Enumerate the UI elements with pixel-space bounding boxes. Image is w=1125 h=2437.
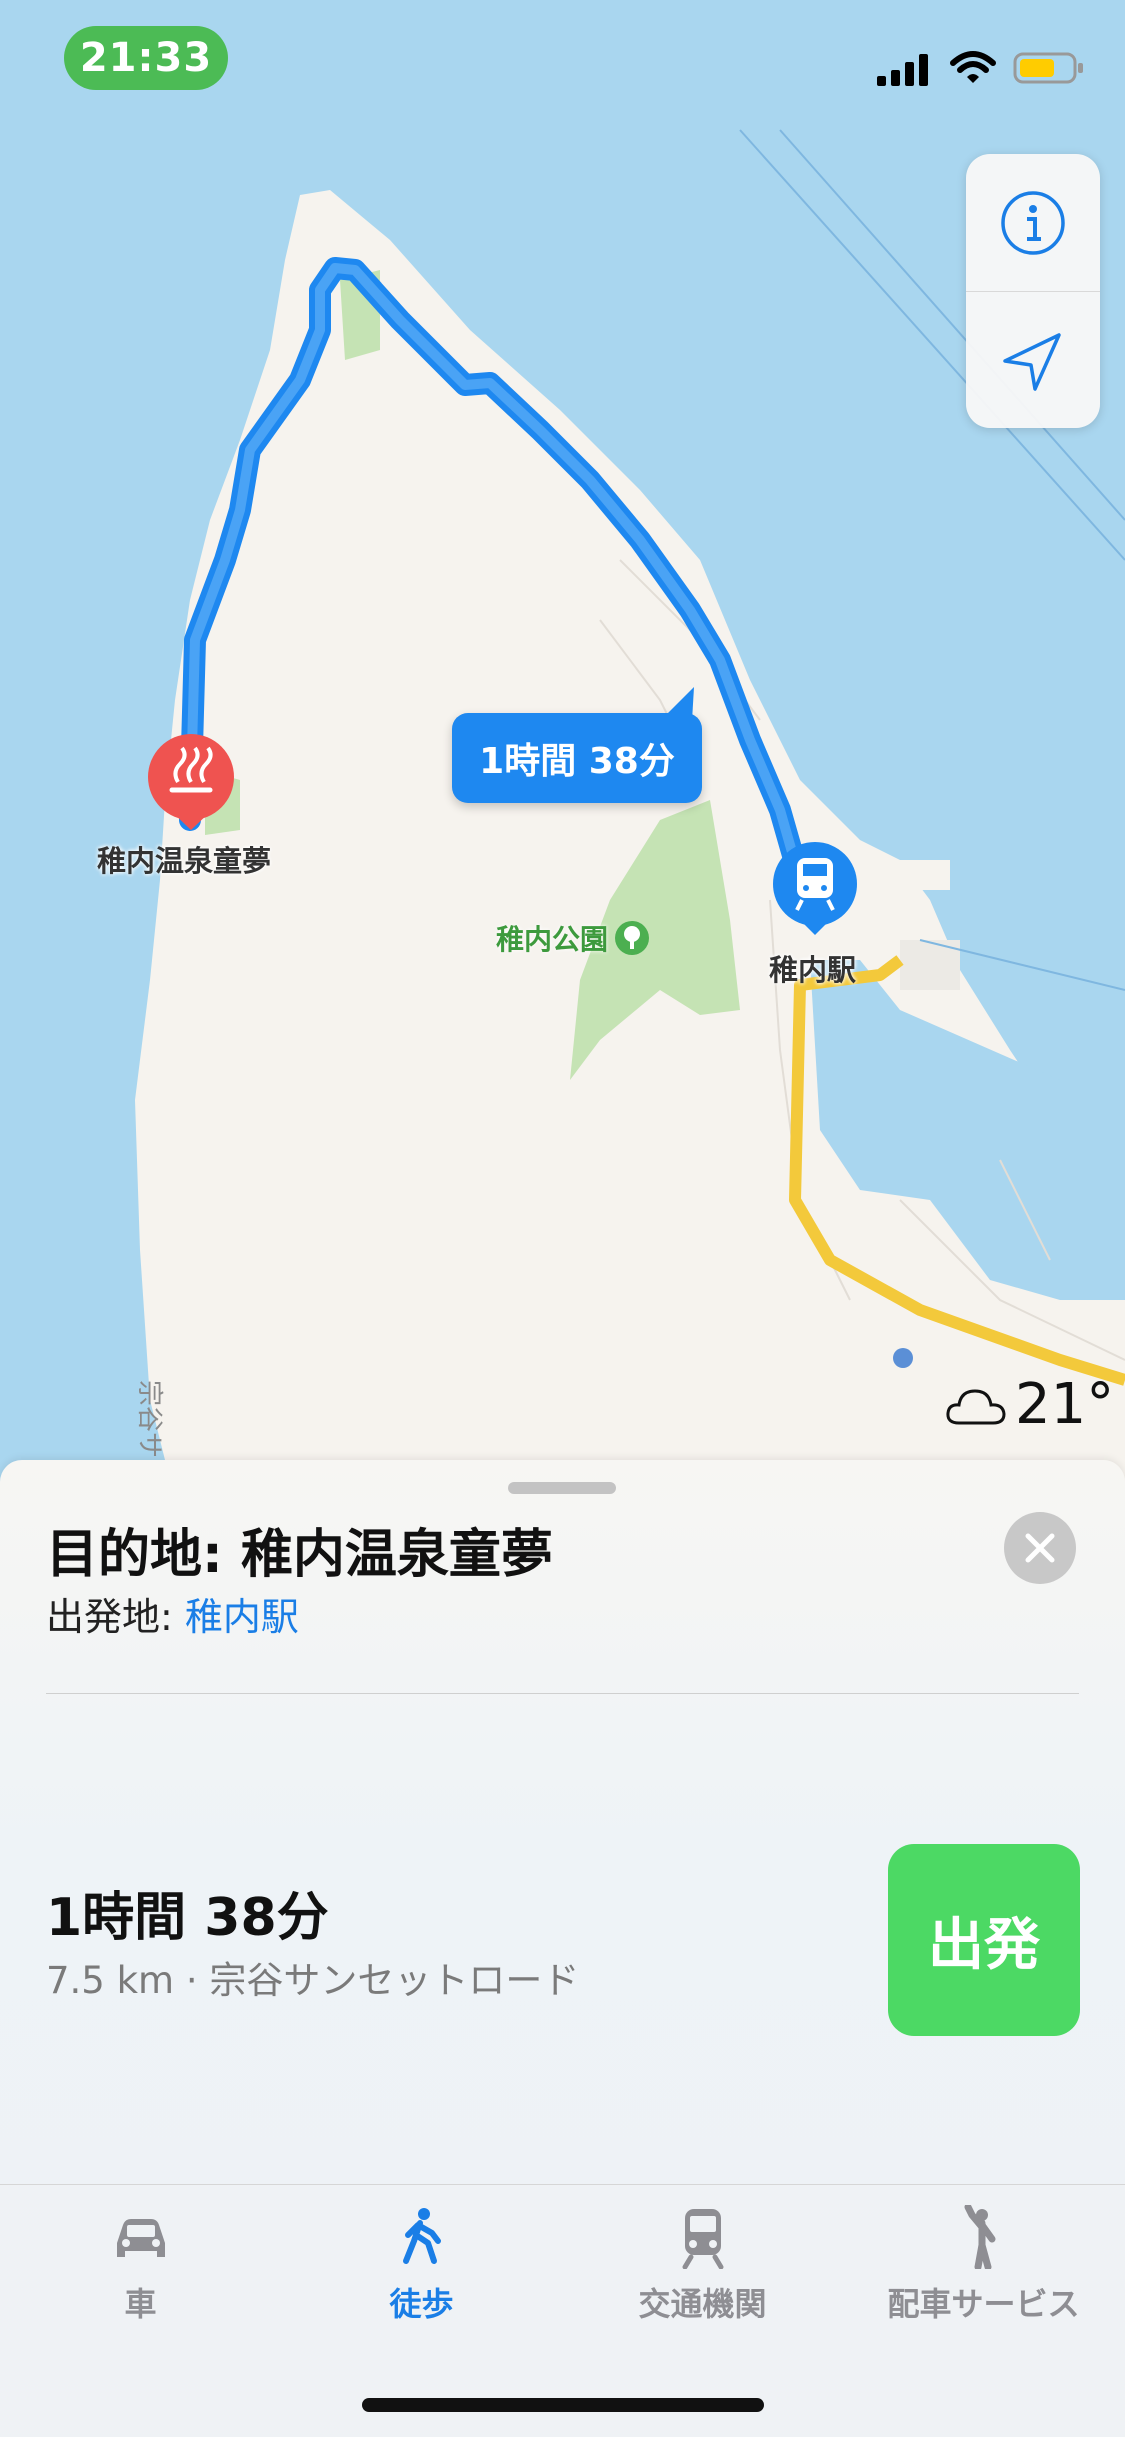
battery-icon [1013,52,1083,84]
weather-widget: 21° [945,1372,1114,1437]
close-icon [1025,1533,1055,1563]
tab-walk-label: 徒歩 [389,2285,454,2323]
status-time: 21:33 [64,26,228,90]
route-time-label: 1時間 38分 [479,741,675,782]
map-controls [966,154,1100,428]
origin-row: 出発地: 稚内駅 [46,1586,299,1641]
cloud-icon [946,1388,1006,1424]
tab-transit-label: 交通機関 [638,2285,767,2323]
park-name: 稚内公園 [496,923,609,956]
walk-icon [402,2208,441,2264]
tab-rideshare[interactable]: 配車サービス [843,2205,1124,2355]
tree-icon [615,921,650,955]
route-eta[interactable]: 1時間 38分 [46,1875,329,1950]
train-icon [682,2209,723,2269]
bus-stop-icon [893,1348,913,1368]
status-icons [877,48,1085,88]
route-detail: 7.5 km · 宗谷サンセットロード [46,1959,580,2002]
tab-transit[interactable]: 交通機関 [562,2205,843,2355]
sheet-grabber[interactable] [508,1482,616,1494]
origin-value[interactable]: 稚内駅 [185,1595,299,1639]
sheet-divider [46,1693,1079,1694]
temperature: 21° [1015,1372,1115,1437]
tab-rideshare-label: 配車サービス [887,2285,1080,2323]
cellular-signal-icon [877,54,928,86]
info-icon [1001,190,1065,255]
park-label[interactable]: 稚内公園 [496,918,650,958]
car-icon [116,2219,165,2257]
wifi-icon [950,51,996,83]
rideshare-icon [964,2205,995,2269]
location-button[interactable] [966,292,1100,429]
info-button[interactable] [966,154,1100,291]
tab-walk[interactable]: 徒歩 [281,2205,562,2355]
route-time-bubble[interactable]: 1時間 38分 [452,687,702,803]
location-arrow-icon [1003,332,1061,391]
go-button[interactable]: 出発 [888,1844,1080,2036]
station-label[interactable]: 稚内駅 [769,947,856,989]
bubble-pointer [664,687,694,721]
home-indicator[interactable] [362,2398,764,2412]
destination-label[interactable]: 稚内温泉童夢 [97,838,271,880]
origin-label: 出発地: [46,1595,185,1639]
tab-car[interactable]: 車 [0,2205,281,2355]
close-button[interactable] [1004,1512,1076,1584]
destination-title: 目的地: 稚内温泉童夢 [46,1525,553,1585]
tab-car-label: 車 [124,2285,157,2323]
